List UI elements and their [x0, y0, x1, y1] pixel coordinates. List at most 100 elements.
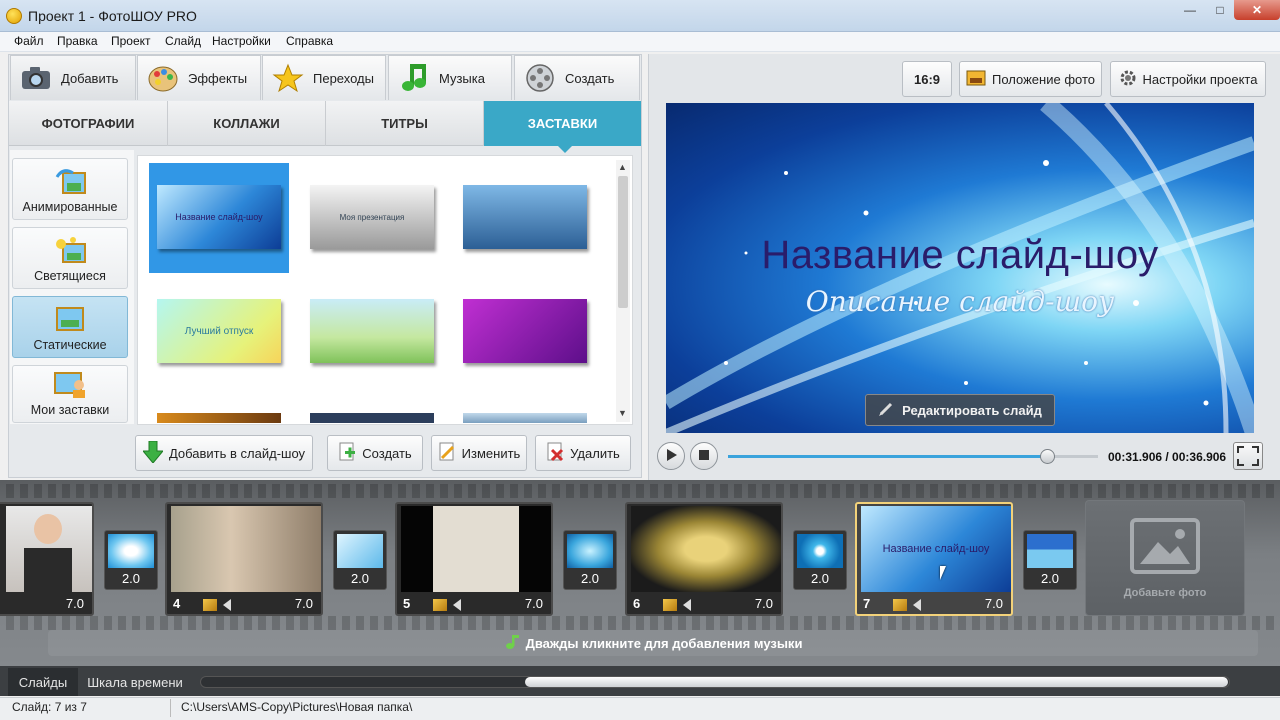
film-perforation — [0, 484, 1280, 498]
intro-thumb[interactable] — [463, 299, 587, 363]
tab-timeline[interactable]: Шкала времени — [80, 668, 190, 696]
edit-slide-icon[interactable] — [893, 599, 907, 611]
intro-thumb[interactable] — [310, 299, 434, 363]
play-button[interactable] — [657, 442, 685, 470]
music-note-icon — [504, 634, 520, 653]
intro-thumb-partial[interactable] — [463, 413, 587, 423]
sound-icon[interactable] — [453, 599, 461, 611]
add-to-slideshow-button[interactable]: Добавить в слайд-шоу — [135, 435, 313, 471]
status-path: C:\Users\AMS-Copy\Pictures\Новая папка\ — [181, 700, 413, 714]
transition-thumbnail — [337, 534, 383, 568]
menu-project[interactable]: Проект — [111, 34, 151, 48]
maximize-button[interactable]: □ — [1206, 0, 1234, 20]
add-to-slideshow-label: Добавить в слайд-шоу — [168, 445, 306, 461]
subtab-intros[interactable]: ЗАСТАВКИ — [484, 101, 641, 146]
glowing-picture-icon — [53, 236, 87, 264]
edit-label: Изменить — [461, 445, 521, 461]
status-divider — [170, 699, 171, 717]
arrow-down-icon — [141, 440, 165, 466]
fullscreen-button[interactable] — [1233, 442, 1263, 470]
stop-icon — [699, 449, 709, 463]
category-static[interactable]: Статические — [12, 296, 128, 358]
intro-thumb[interactable] — [463, 185, 587, 249]
transition-card[interactable]: 2.0 — [333, 530, 387, 590]
menu-help[interactable]: Справка — [286, 34, 333, 48]
intro-thumb[interactable]: Название слайд-шоу — [157, 185, 281, 249]
slide-card-selected[interactable]: Название слайд-шоу 7 7.0 — [855, 502, 1013, 616]
intro-thumb-partial[interactable] — [310, 413, 434, 423]
category-my-intros[interactable]: Мои заставки — [12, 365, 128, 423]
transition-duration: 2.0 — [1040, 571, 1060, 586]
pencil-icon — [438, 442, 456, 465]
tab-create[interactable]: Создать — [514, 55, 640, 100]
subtab-collages[interactable]: КОЛЛАЖИ — [168, 101, 326, 146]
subtab-titles[interactable]: ТИТРЫ — [326, 101, 484, 146]
menu-edit[interactable]: Правка — [57, 34, 98, 48]
gallery-scrollbar-thumb[interactable] — [618, 176, 628, 308]
edit-slide-icon[interactable] — [203, 599, 217, 611]
tab-effects[interactable]: Эффекты — [137, 55, 261, 100]
film-reel-icon — [523, 63, 557, 93]
slide-card[interactable]: 6 7.0 — [625, 502, 783, 616]
edit-button[interactable]: Изменить — [431, 435, 527, 471]
transition-thumbnail — [797, 534, 843, 568]
preview-subtitle: Описание слайд-шоу — [805, 285, 1115, 318]
intro-thumb-partial[interactable] — [157, 413, 281, 423]
tab-transitions[interactable]: Переходы — [262, 55, 386, 100]
music-hint: Дважды кликните для добавления музыки — [525, 635, 803, 651]
sound-icon[interactable] — [683, 599, 691, 611]
palette-icon — [146, 63, 180, 93]
add-photo-placeholder[interactable]: Добавьте фото — [1085, 500, 1245, 616]
tab-add[interactable]: Добавить — [10, 55, 136, 100]
project-settings-label: Настройки проекта — [1142, 71, 1258, 87]
playback-progress-fill — [728, 455, 1047, 458]
delete-button[interactable]: Удалить — [535, 435, 631, 471]
menu-file[interactable]: Файл — [14, 34, 44, 48]
menu-slide[interactable]: Слайд — [165, 34, 201, 48]
subtab-photos[interactable]: ФОТОГРАФИИ — [9, 101, 168, 146]
edit-slide-icon[interactable] — [663, 599, 677, 611]
transition-card[interactable]: 2.0 — [793, 530, 847, 590]
sound-icon[interactable] — [223, 599, 231, 611]
film-perforation — [0, 616, 1280, 630]
stop-button[interactable] — [690, 442, 718, 470]
intro-thumb[interactable]: Лучший отпуск — [157, 299, 281, 363]
aspect-ratio-button[interactable]: 16:9 — [902, 61, 952, 97]
girl-dress — [24, 548, 72, 592]
edit-slide-button[interactable]: Редактировать слайд — [865, 394, 1055, 426]
pencil-icon — [878, 401, 894, 420]
transition-thumbnail — [108, 534, 154, 568]
minimize-button[interactable]: — — [1176, 0, 1204, 20]
girl-face — [34, 514, 62, 544]
intro-thumb[interactable]: Моя презентация — [310, 185, 434, 249]
slide-card[interactable]: 4 7.0 — [165, 502, 323, 616]
create-button[interactable]: Создать — [327, 435, 423, 471]
sound-icon[interactable] — [913, 599, 921, 611]
transition-card[interactable]: 2.0 — [104, 530, 158, 590]
new-document-icon — [338, 442, 356, 465]
category-animated[interactable]: Анимированные — [12, 158, 128, 220]
slide-card[interactable]: 5 7.0 — [395, 502, 553, 616]
tab-slides[interactable]: Слайды — [8, 668, 78, 696]
playback-progress-knob[interactable] — [1040, 449, 1055, 464]
scroll-down-icon[interactable]: ▼ — [618, 408, 627, 418]
menu-settings[interactable]: Настройки — [212, 34, 271, 48]
user-picture-icon — [53, 370, 87, 398]
photo-position-button[interactable]: Положение фото — [959, 61, 1102, 97]
slide-duration: 7.0 — [984, 596, 1003, 611]
close-button[interactable]: ✕ — [1234, 0, 1280, 20]
project-settings-button[interactable]: Настройки проекта — [1110, 61, 1266, 97]
transition-card[interactable]: 2.0 — [1023, 530, 1077, 590]
slide-card[interactable]: 7.0 — [0, 502, 94, 616]
transition-card[interactable]: 2.0 — [563, 530, 617, 590]
transition-duration: 2.0 — [580, 571, 600, 586]
filmstrip-scrollbar-thumb[interactable] — [525, 677, 1228, 687]
music-track-area[interactable]: Дважды кликните для добавления музыки — [48, 630, 1258, 656]
category-glowing[interactable]: Светящиеся — [12, 227, 128, 289]
gear-icon — [1119, 69, 1137, 90]
slide-number: 4 — [173, 596, 181, 611]
scroll-up-icon[interactable]: ▲ — [618, 162, 627, 172]
photo-position-icon — [966, 70, 986, 89]
tab-music[interactable]: Музыка — [388, 55, 512, 100]
edit-slide-icon[interactable] — [433, 599, 447, 611]
